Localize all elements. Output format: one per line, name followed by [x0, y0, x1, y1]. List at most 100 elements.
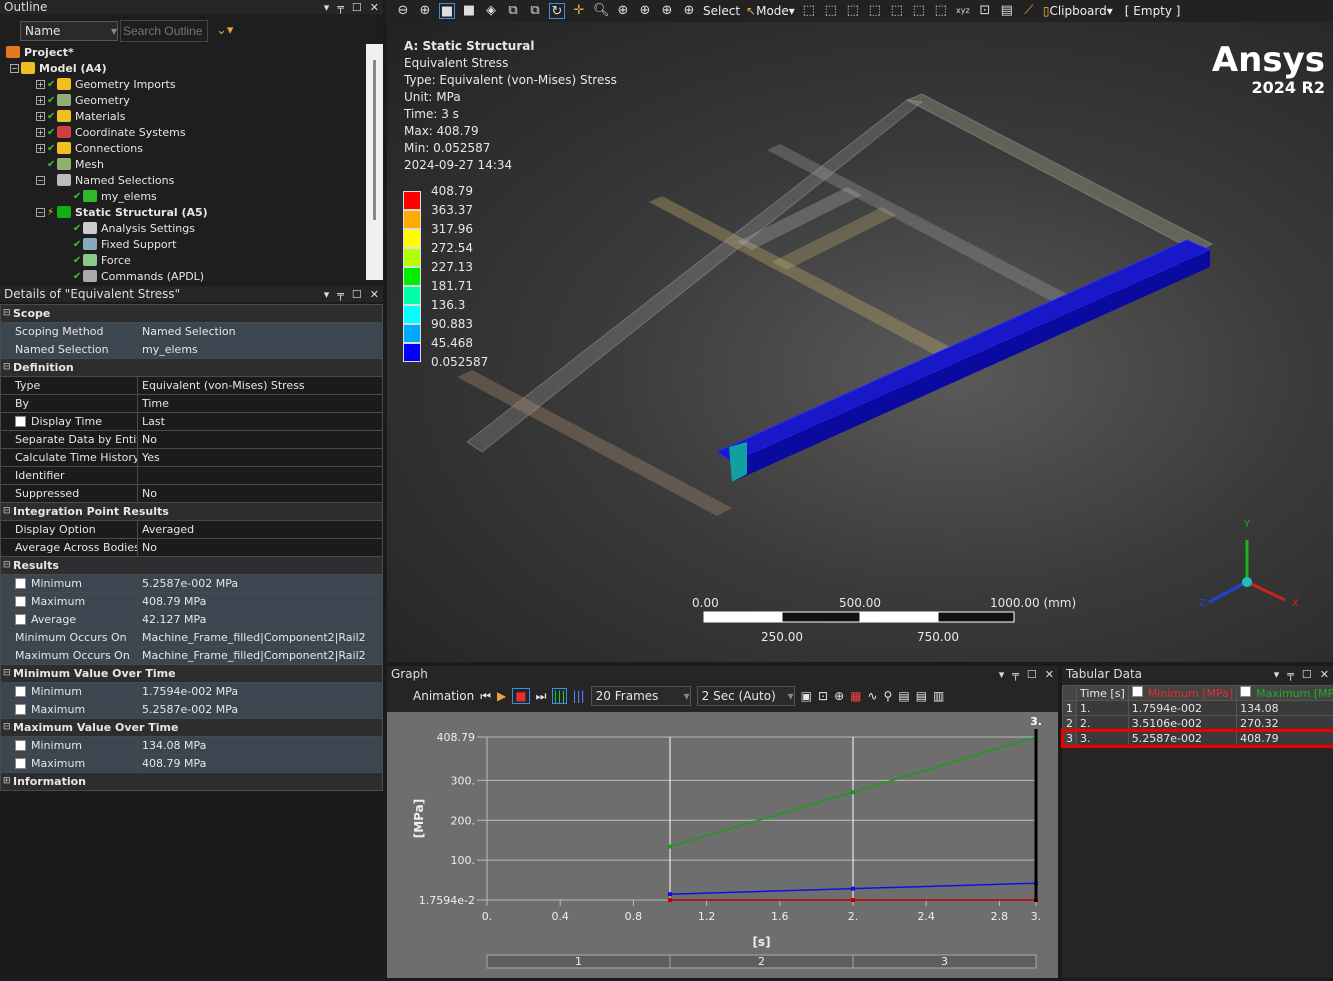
- tree-item[interactable]: +✔Geometry: [6, 92, 368, 108]
- maximize-icon[interactable]: ☐: [1027, 668, 1037, 681]
- pan-icon[interactable]: ✛: [571, 3, 587, 19]
- pin-icon[interactable]: ╤: [1012, 668, 1019, 681]
- dropdown-icon[interactable]: ▾: [1274, 668, 1280, 681]
- details-group-definition[interactable]: ⊟Definition: [1, 359, 382, 377]
- property-value[interactable]: 42.127 MPa: [138, 611, 382, 628]
- maximum-cell[interactable]: 134.08: [1237, 701, 1333, 716]
- tree-item[interactable]: ✔Fixed Support: [6, 236, 368, 252]
- details-row[interactable]: Calculate Time HistoryYes: [1, 449, 382, 467]
- table-row[interactable]: 22.3.5106e-002270.32: [1063, 716, 1333, 731]
- minimum-cell[interactable]: 1.7594e-002: [1128, 701, 1236, 716]
- details-row[interactable]: Display TimeLast: [1, 413, 382, 431]
- collapse-icon[interactable]: ⊟: [3, 719, 13, 736]
- time-cell[interactable]: 1.: [1077, 701, 1129, 716]
- details-row[interactable]: Minimum134.08 MPa: [1, 737, 382, 755]
- property-value[interactable]: 408.79 MPa: [138, 755, 382, 772]
- tree-item[interactable]: ✔Commands (APDL): [6, 268, 368, 284]
- select-element-face-icon[interactable]: ⬚: [911, 3, 927, 19]
- property-value[interactable]: Time: [138, 395, 382, 412]
- close-icon[interactable]: ✕: [370, 1, 379, 14]
- tree-item[interactable]: −Named Selections: [6, 172, 368, 188]
- tree-item[interactable]: +✔Geometry Imports: [6, 76, 368, 92]
- minimum-checkbox[interactable]: [1132, 686, 1143, 697]
- chart-icon[interactable]: ⟋: [1021, 3, 1037, 19]
- details-row[interactable]: Named Selectionmy_elems: [1, 341, 382, 359]
- play-icon[interactable]: ▶: [497, 689, 506, 703]
- dropdown-icon[interactable]: ▾: [999, 668, 1005, 681]
- property-value[interactable]: Yes: [138, 449, 382, 466]
- header-time[interactable]: Time [s]: [1077, 686, 1129, 701]
- collapse-icon[interactable]: ⊟: [3, 503, 13, 520]
- parameter-checkbox[interactable]: [15, 758, 26, 769]
- property-value[interactable]: 408.79 MPa: [138, 593, 382, 610]
- probe-icon[interactable]: ⚲: [884, 689, 893, 703]
- collapse-icon[interactable]: ⊟: [3, 305, 13, 322]
- rotate-icon[interactable]: ↻: [549, 3, 565, 19]
- property-value[interactable]: Last: [138, 413, 382, 430]
- select-vertex-icon[interactable]: ⬚: [801, 3, 817, 19]
- annotation-icon[interactable]: ▤: [999, 3, 1015, 19]
- parameter-checkbox[interactable]: [15, 740, 26, 751]
- box-zoom-icon[interactable]: ⊕: [615, 3, 631, 19]
- property-value[interactable]: 5.2587e-002 MPa: [138, 701, 382, 718]
- collapse-icon[interactable]: ⊟: [3, 557, 13, 574]
- maximum-checkbox[interactable]: [1240, 686, 1251, 697]
- view-solid-icon[interactable]: ■: [439, 3, 455, 19]
- property-value[interactable]: Equivalent (von-Mises) Stress: [138, 377, 382, 394]
- details-group-scope[interactable]: ⊟Scope: [1, 305, 382, 323]
- details-row[interactable]: Maximum408.79 MPa: [1, 593, 382, 611]
- mode-button[interactable]: ↖Mode▾: [746, 4, 795, 18]
- dropdown-icon[interactable]: ▾: [324, 1, 330, 14]
- time-cell[interactable]: 2.: [1077, 716, 1129, 731]
- color-bars-icon[interactable]: ▦: [850, 689, 861, 703]
- result-sets-icon[interactable]: |||: [573, 689, 585, 703]
- maximize-icon[interactable]: ☐: [352, 288, 362, 301]
- graph-plot-area[interactable]: 408.79300.200.100.1.7594e-20.0.40.81.21.…: [387, 712, 1058, 978]
- show-vertices-icon[interactable]: ◈: [483, 3, 499, 19]
- zoom-selected-icon[interactable]: ⊕: [659, 3, 675, 19]
- details-row[interactable]: Minimum5.2587e-002 MPa: [1, 575, 382, 593]
- details-row[interactable]: Average42.127 MPa: [1, 611, 382, 629]
- explode-icon[interactable]: ⧉: [505, 3, 521, 19]
- close-icon[interactable]: ✕: [1320, 668, 1329, 681]
- select-node-icon[interactable]: ⬚: [889, 3, 905, 19]
- select-label[interactable]: Select: [703, 4, 740, 18]
- property-value[interactable]: [138, 467, 382, 484]
- details-row[interactable]: Maximum408.79 MPa: [1, 755, 382, 773]
- tree-item[interactable]: +✔Materials: [6, 108, 368, 124]
- pin-icon[interactable]: ╤: [337, 1, 344, 14]
- parameter-checkbox[interactable]: [15, 596, 26, 607]
- tree-item[interactable]: −Model (A4): [6, 60, 368, 76]
- close-icon[interactable]: ✕: [370, 288, 379, 301]
- tree-item[interactable]: ✔my_elems: [6, 188, 368, 204]
- select-body-icon[interactable]: ⬚: [867, 3, 883, 19]
- parameter-checkbox[interactable]: [15, 614, 26, 625]
- dropdown-icon[interactable]: ▾: [324, 288, 330, 301]
- expand-icon[interactable]: +: [36, 128, 45, 137]
- expand-icon[interactable]: +: [36, 96, 45, 105]
- details-group-minimum-value-over-time[interactable]: ⊟Minimum Value Over Time: [1, 665, 382, 683]
- select-element-icon[interactable]: ⬚: [933, 3, 949, 19]
- time-cell[interactable]: 3.: [1077, 731, 1129, 746]
- property-value[interactable]: Machine_Frame_filled|Component2|Rail2: [138, 629, 382, 646]
- clipboard-button[interactable]: ▯Clipboard▾: [1043, 4, 1113, 18]
- tree-item[interactable]: ✔Force: [6, 252, 368, 268]
- collapse-icon[interactable]: −: [36, 176, 45, 185]
- zoom-fit-icon[interactable]: ⊕: [637, 3, 653, 19]
- property-value[interactable]: my_elems: [138, 341, 382, 358]
- details-group-information[interactable]: ⊞Information: [1, 773, 382, 791]
- expand-icon[interactable]: +: [36, 112, 45, 121]
- details-row[interactable]: Minimum1.7594e-002 MPa: [1, 683, 382, 701]
- details-row[interactable]: Maximum5.2587e-002 MPa: [1, 701, 382, 719]
- details-row[interactable]: Average Across BodiesNo: [1, 539, 382, 557]
- 3d-viewport[interactable]: A: Static Structural Equivalent StressTy…: [387, 22, 1333, 662]
- outline-scrollbar[interactable]: [366, 44, 383, 280]
- zoom-icon[interactable]: 🔍︎: [593, 3, 609, 19]
- pin-icon[interactable]: ╤: [1287, 668, 1294, 681]
- view-shaded-icon[interactable]: ■: [461, 3, 477, 19]
- search-outline-input[interactable]: [120, 20, 208, 42]
- details-row[interactable]: SuppressedNo: [1, 485, 382, 503]
- collapse-icon[interactable]: −: [10, 64, 19, 73]
- parameter-checkbox[interactable]: [15, 416, 26, 427]
- magnifier-icon[interactable]: ⊕: [681, 3, 697, 19]
